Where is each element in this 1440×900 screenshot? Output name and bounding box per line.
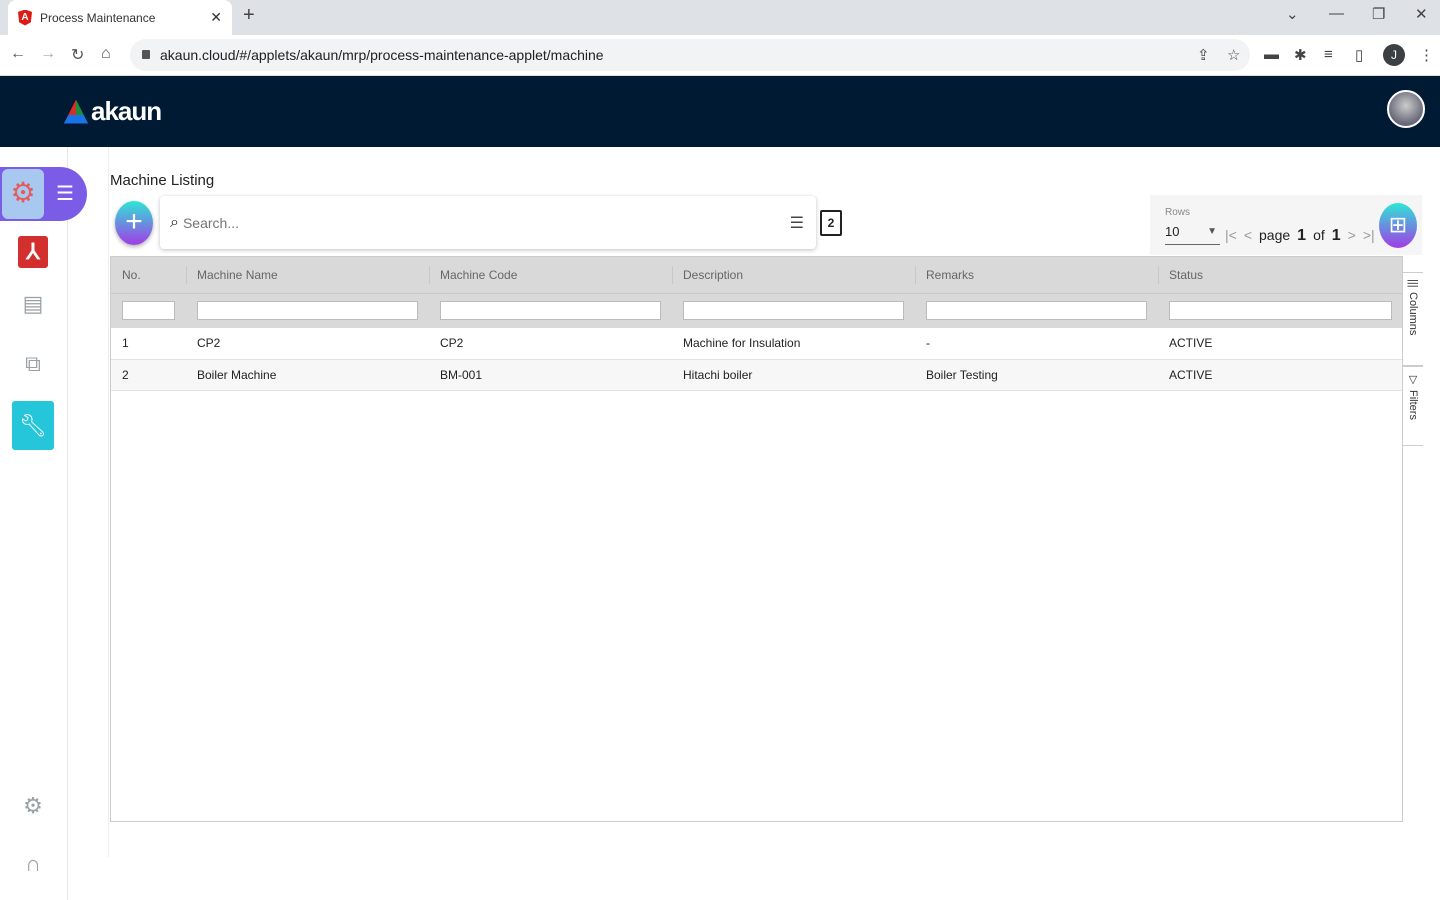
logo-mark-icon [64,99,88,124]
dropdown-caret-icon: ▼ [1207,226,1217,237]
app-header: akaun [0,76,1440,147]
content-divider [108,147,109,857]
column-header-machine-name[interactable]: Machine Name [186,257,429,294]
column-header-machine-code[interactable]: Machine Code [429,257,672,294]
filters-panel-tab[interactable]: ▽ Filters [1403,366,1423,446]
cell-no: 1 [111,328,186,360]
restore-button[interactable]: ❐ [1372,5,1385,23]
search-icon: ⌕ [170,213,179,231]
column-header-status[interactable]: Status [1158,257,1403,294]
process-gears-icon: ⚙ [2,169,44,219]
cell-status: ACTIVE [1158,359,1403,391]
forward-icon[interactable]: → [40,45,56,63]
grid-view-button[interactable]: ⊞ [1379,203,1417,248]
menu-toggle-icon[interactable]: ☰ [56,181,74,206]
filter-machine-name-input[interactable] [197,301,418,321]
akaun-logo[interactable]: akaun [64,96,162,127]
cell-status: ACTIVE [1158,328,1403,360]
browser-menu-icon[interactable]: ⋮ [1419,46,1434,64]
hierarchy-icon[interactable]: ⧉ [12,343,54,385]
tab-search-icon[interactable]: ⌄ [1286,5,1299,23]
lock-icon [142,50,150,59]
page-title: Machine Listing [110,172,215,189]
of-word: of [1313,227,1325,243]
filter-status-input[interactable] [1169,301,1392,321]
puzzle-extensions-icon[interactable]: ✱ [1294,46,1307,64]
next-page-button[interactable]: > [1348,227,1356,243]
table-row[interactable]: 1 CP2 CP2 Machine for Insulation - ACTIV… [111,328,1403,360]
column-header-no[interactable]: No. [111,257,186,294]
current-page: 1 [1297,227,1307,244]
columns-label: Columns [1407,291,1419,335]
bookmark-star-icon[interactable]: ☆ [1227,46,1240,64]
side-panel-icon[interactable]: ▯ [1355,46,1363,64]
cell-description: Hitachi boiler [672,359,915,391]
close-tab-icon[interactable]: ✕ [210,9,222,26]
reading-list-icon[interactable]: ≡ [1324,46,1333,63]
profile-avatar[interactable]: J [1383,44,1405,66]
columns-icon: ||| [1407,279,1419,288]
add-machine-button[interactable]: + [115,201,153,245]
url-text: akaun.cloud/#/applets/akaun/mrp/process-… [160,47,604,63]
home-icon[interactable]: ⌂ [101,45,111,63]
filters-label: Filters [1407,390,1419,420]
columns-panel-tab[interactable]: ||| Columns [1403,272,1423,366]
cell-remarks: - [915,328,1158,360]
new-tab-button[interactable]: + [243,4,255,27]
close-window-button[interactable]: ✕ [1415,5,1428,23]
wrench-icon[interactable]: 🔧︎ [12,401,54,450]
filter-description-input[interactable] [683,301,904,321]
angular-favicon-icon: A [18,9,32,26]
user-avatar[interactable] [1387,90,1425,128]
browser-tab[interactable]: A Process Maintenance ✕ [8,0,232,35]
total-pages: 1 [1331,227,1341,244]
address-bar-row: ← → ↻ ⌂ akaun.cloud/#/applets/akaun/mrp/… [0,35,1440,76]
prev-page-button[interactable]: < [1244,227,1252,243]
rows-value: 10 [1165,224,1180,239]
minimize-button[interactable]: — [1329,5,1344,22]
pdf-icon: ⅄ [18,236,48,268]
last-page-button[interactable]: >| [1363,227,1375,243]
page-word: page [1259,227,1291,243]
reload-icon[interactable]: ↻ [71,45,84,65]
machine-table: No. Machine Name Machine Code Descriptio… [110,256,1422,822]
logo-text: akaun [91,96,162,126]
filter-no-input[interactable] [122,301,175,321]
search-box: ⌕ ☰ [160,196,816,249]
grid-side-panel: ||| Columns ▽ Filters [1402,256,1423,822]
cell-machine-name: CP2 [186,328,429,360]
cell-description: Machine for Insulation [672,328,915,360]
tab-title: Process Maintenance [40,10,156,25]
filter-funnel-icon: ▽ [1406,373,1419,386]
share-icon[interactable]: ⇪ [1197,46,1210,64]
cell-machine-code: BM-001 [429,359,672,391]
cell-remarks: Boiler Testing [915,359,1158,391]
rows-per-page-select[interactable]: 10 ▼ [1165,224,1220,245]
url-input[interactable]: akaun.cloud/#/applets/akaun/mrp/process-… [130,39,1250,71]
table-row[interactable]: 2 Boiler Machine BM-001 Hitachi boiler B… [111,359,1403,391]
column-header-description[interactable]: Description [672,257,915,294]
cell-machine-code: CP2 [429,328,672,360]
rows-label: Rows [1165,207,1191,218]
settings-gear-icon[interactable]: ⚙ [12,785,54,827]
filter-remarks-input[interactable] [926,301,1147,321]
filter-icon[interactable]: ☰ [790,213,804,233]
cell-no: 2 [111,359,186,391]
cell-machine-name: Boiler Machine [186,359,429,391]
column-header-remarks[interactable]: Remarks [915,257,1158,294]
headset-icon[interactable]: ∩ [12,843,54,885]
copy-list-icon[interactable]: 2 [820,210,842,236]
first-page-button[interactable]: |< [1225,227,1237,243]
sidebar-item-pdf[interactable]: ⅄ [12,231,54,273]
applet-badge[interactable]: ⚙ ☰ [0,167,87,221]
back-icon[interactable]: ← [10,45,26,63]
search-input[interactable] [182,214,790,231]
extension-icon[interactable]: ▬ [1264,46,1279,63]
document-icon[interactable]: ▤ [12,283,54,325]
filter-machine-code-input[interactable] [440,301,661,321]
